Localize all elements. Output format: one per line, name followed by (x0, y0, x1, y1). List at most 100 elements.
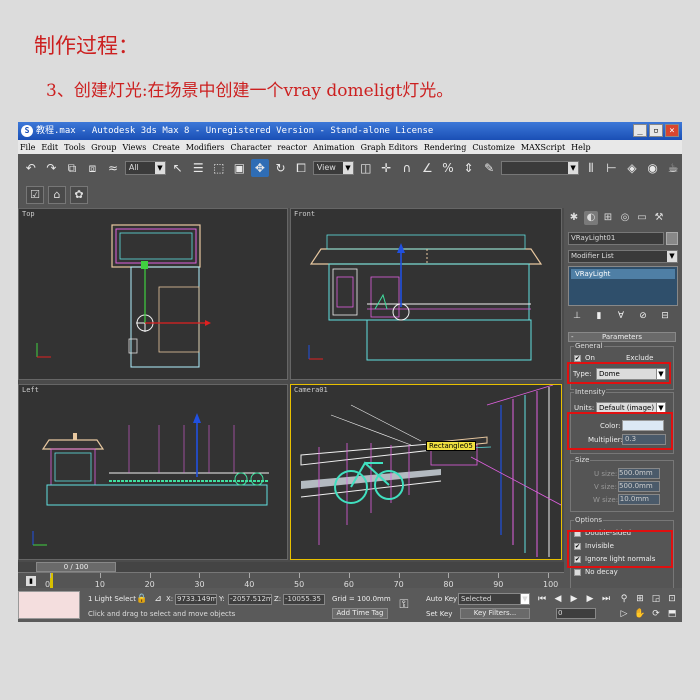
menu-customize[interactable]: Customize (472, 143, 515, 152)
redo-icon[interactable]: ↷ (43, 159, 61, 177)
material-editor-icon[interactable]: ◉ (644, 159, 662, 177)
v-size-spinner[interactable]: 500.0mm (618, 481, 660, 492)
select-and-move-icon[interactable]: ✥ (251, 159, 269, 177)
track-bar[interactable]: ▮ 0 10 20 30 40 50 60 70 80 90 100 (18, 572, 564, 589)
go-to-end-icon[interactable]: ⏭ (600, 593, 612, 605)
z-coordinate-field[interactable]: -10055.35 (283, 594, 325, 605)
time-slider[interactable]: 0 / 100 (36, 562, 116, 572)
ignore-normals-checkbox[interactable]: ✔ (574, 556, 581, 563)
restore-button[interactable]: ▫ (649, 124, 663, 137)
modify-tab-icon[interactable]: ◐ (584, 211, 598, 225)
add-time-tag-button[interactable]: Add Time Tag (332, 608, 388, 619)
make-unique-icon[interactable]: ∀ (614, 310, 628, 322)
on-checkbox[interactable]: ✔ (574, 355, 581, 362)
set-key-button[interactable]: Set Key (426, 610, 452, 618)
zoom-extents-all-icon[interactable]: ⊡ (666, 593, 678, 605)
menu-group[interactable]: Group (91, 143, 116, 152)
reference-coord-select[interactable]: View ▼ (312, 161, 354, 175)
field-of-view-icon[interactable]: ▷ (618, 608, 630, 620)
spinner-snap-icon[interactable]: ⇕ (460, 159, 478, 177)
u-size-spinner[interactable]: 500.0mm (618, 468, 660, 479)
selection-filter-select[interactable]: All ▼ (124, 161, 166, 175)
viewport-front[interactable]: Front (290, 208, 562, 380)
select-and-scale-icon[interactable]: ⧠ (292, 159, 310, 177)
utilities-tab-icon[interactable]: ⚒ (652, 211, 666, 225)
go-to-start-icon[interactable]: ⏮ (536, 593, 548, 605)
menu-maxscript[interactable]: MAXScript (521, 143, 565, 152)
menu-help[interactable]: Help (571, 143, 590, 152)
viewport-left[interactable]: Left (18, 384, 288, 560)
menu-file[interactable]: File (20, 143, 35, 152)
maxscript-listener[interactable] (18, 591, 80, 619)
minimize-button[interactable]: _ (633, 124, 647, 137)
units-select[interactable]: Default (image) ▼ (596, 402, 666, 414)
remove-modifier-icon[interactable]: ⊘ (636, 310, 650, 322)
menu-create[interactable]: Create (152, 143, 179, 152)
named-selection-icon[interactable]: ✎ (480, 159, 498, 177)
render-frame-icon[interactable]: ✿ (70, 186, 88, 204)
play-icon[interactable]: ▶ (568, 593, 580, 605)
show-end-result-icon[interactable]: ▮ (592, 310, 606, 322)
current-frame-field[interactable]: 0 (556, 608, 596, 619)
select-object-icon[interactable]: ↖ (169, 159, 187, 177)
named-selection-select[interactable]: ▼ (500, 161, 580, 175)
layer-manager-icon[interactable]: ◈ (623, 159, 641, 177)
link-icon[interactable]: ⧉ (63, 159, 81, 177)
multiplier-spinner[interactable]: 0.3 (622, 434, 666, 445)
y-coordinate-field[interactable]: -2057.512m (228, 594, 272, 605)
object-name-field[interactable]: VRayLight01 (568, 232, 664, 245)
w-size-spinner[interactable]: 10.0mm (618, 494, 660, 505)
maximize-viewport-icon[interactable]: ⬒ (666, 608, 678, 620)
angle-snap-icon[interactable]: ∠ (419, 159, 437, 177)
align-icon[interactable]: ⊢ (603, 159, 621, 177)
window-crossing-icon[interactable]: ▣ (231, 159, 249, 177)
undo-icon[interactable]: ↶ (22, 159, 40, 177)
pivot-center-icon[interactable]: ◫ (357, 159, 375, 177)
double-sided-checkbox[interactable] (574, 530, 581, 537)
type-select[interactable]: Dome ▼ (596, 368, 666, 380)
menu-rendering[interactable]: Rendering (424, 143, 466, 152)
menu-graph-editors[interactable]: Graph Editors (361, 143, 418, 152)
hierarchy-tab-icon[interactable]: ⊞ (601, 211, 615, 225)
key-filters-button[interactable]: Key Filters... (460, 608, 530, 619)
object-color-swatch[interactable] (666, 232, 678, 245)
motion-tab-icon[interactable]: ◎ (618, 211, 632, 225)
close-button[interactable]: × (665, 124, 679, 137)
render-icon[interactable]: ☕ (664, 159, 682, 177)
menu-views[interactable]: Views (122, 143, 146, 152)
exclude-button[interactable]: Exclude (626, 354, 653, 362)
zoom-icon[interactable]: ⚲ (618, 593, 630, 605)
snap-icon[interactable]: ∩ (398, 159, 416, 177)
create-tab-icon[interactable]: ✱ (567, 211, 581, 225)
mirror-icon[interactable]: ⫴ (582, 159, 600, 177)
next-frame-icon[interactable]: ▶ (584, 593, 596, 605)
display-tab-icon[interactable]: ▭ (635, 211, 649, 225)
invisible-checkbox[interactable]: ✔ (574, 543, 581, 550)
configure-sets-icon[interactable]: ⊟ (658, 310, 672, 322)
rect-selection-icon[interactable]: ⬚ (210, 159, 228, 177)
previous-frame-icon[interactable]: ◀ (552, 593, 564, 605)
unlink-icon[interactable]: ⧈ (84, 159, 102, 177)
select-and-rotate-icon[interactable]: ↻ (272, 159, 290, 177)
zoom-all-icon[interactable]: ⊞ (634, 593, 646, 605)
x-coordinate-field[interactable]: 9733.149m (175, 594, 217, 605)
pin-stack-icon[interactable]: ⊥ (570, 310, 584, 322)
mini-curve-icon[interactable]: ▮ (26, 576, 36, 586)
percent-snap-icon[interactable]: % (439, 159, 457, 177)
orbit-icon[interactable]: ⟳ (650, 608, 662, 620)
viewport-top[interactable]: Top (18, 208, 288, 380)
absolute-mode-icon[interactable]: ⊿ (152, 593, 164, 605)
select-by-name-icon[interactable]: ☰ (189, 159, 207, 177)
menu-edit[interactable]: Edit (41, 143, 58, 152)
key-mode-select[interactable]: Selected ▼ (458, 593, 530, 605)
light-color-swatch[interactable] (622, 420, 664, 431)
render-setup-icon[interactable]: ☑ (26, 186, 44, 204)
stack-item-vraylight[interactable]: VRayLight (571, 269, 675, 279)
menu-reactor[interactable]: reactor (277, 143, 307, 152)
parameters-rollout[interactable]: - Parameters (568, 332, 676, 342)
quick-render-icon[interactable]: ⌂ (48, 186, 66, 204)
modifier-list-select[interactable]: Modifier List ▼ (568, 250, 678, 263)
time-slider-track[interactable]: 0 / 100 (18, 562, 564, 572)
menu-animation[interactable]: Animation (313, 143, 355, 152)
auto-key-button[interactable]: Auto Key (426, 595, 457, 603)
